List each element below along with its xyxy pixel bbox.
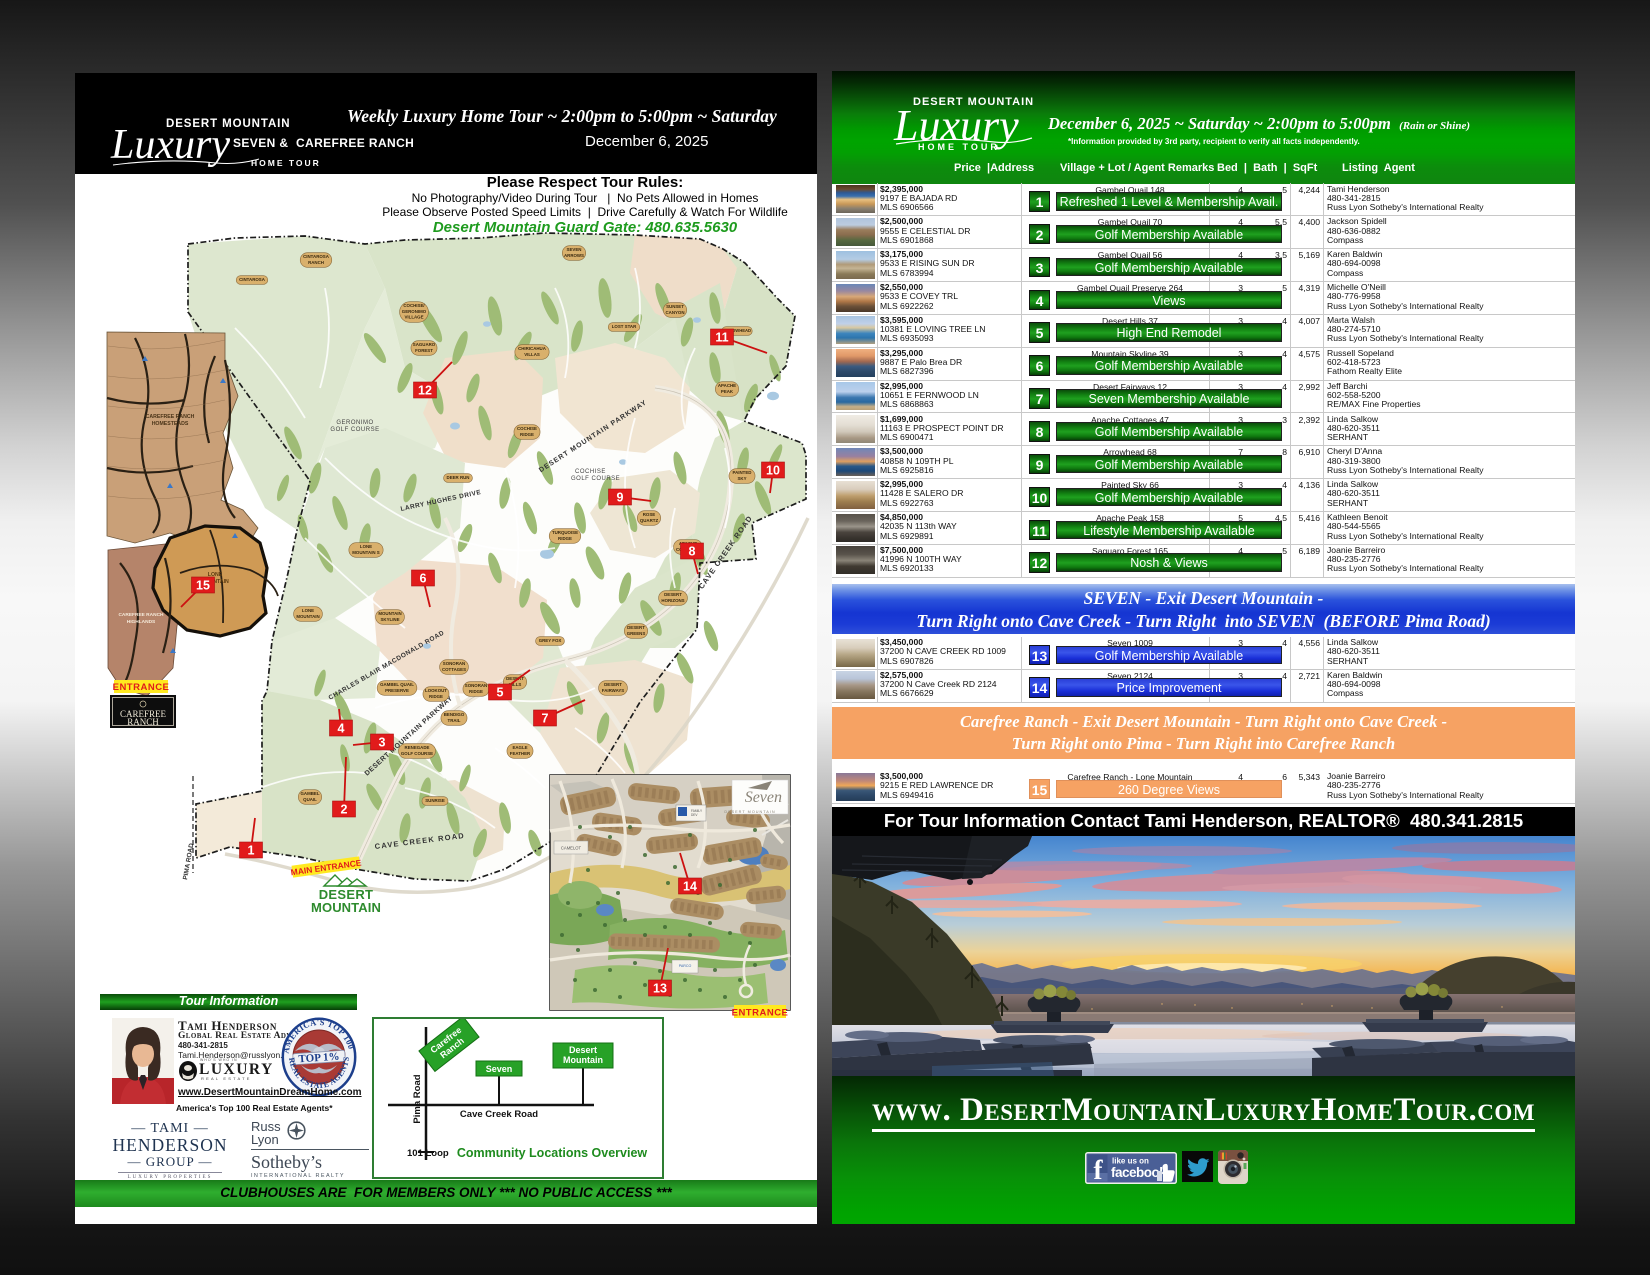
svg-text:APACHE: APACHE (718, 383, 736, 388)
svg-text:DEER RUN: DEER RUN (447, 475, 470, 480)
svg-text:DESERT: DESERT (627, 625, 645, 630)
svg-text:SKY: SKY (737, 476, 746, 481)
svg-text:CANYON: CANYON (665, 310, 684, 315)
svg-text:QUAIL: QUAIL (303, 797, 317, 802)
svg-text:GAMBEL: GAMBEL (300, 791, 319, 796)
svg-text:RIDGE: RIDGE (429, 694, 443, 699)
svg-text:Pima Road: Pima Road (412, 1074, 423, 1123)
svg-text:PAINTED: PAINTED (733, 470, 752, 475)
svg-text:4: 4 (338, 722, 345, 736)
svg-text:GOLF COURSE: GOLF COURSE (330, 427, 379, 433)
svg-text:ARROWS: ARROWS (564, 253, 584, 258)
svg-text:FOREST: FOREST (415, 348, 433, 353)
svg-text:PRESERVE: PRESERVE (385, 688, 409, 693)
svg-text:LOOKOUT: LOOKOUT (425, 688, 447, 693)
svg-text:5: 5 (497, 686, 504, 700)
svg-text:SAGUARO: SAGUARO (413, 342, 436, 347)
svg-text:HOMESTEADS: HOMESTEADS (152, 421, 189, 427)
svg-text:11: 11 (715, 331, 728, 345)
svg-text:Mountain: Mountain (563, 1055, 603, 1065)
svg-text:COTTAGES: COTTAGES (442, 667, 466, 672)
svg-text:13: 13 (653, 982, 667, 996)
svg-text:SONORAN: SONORAN (465, 683, 487, 688)
svg-text:CAREFREE RANCH: CAREFREE RANCH (118, 612, 164, 618)
svg-text:VILLAGE: VILLAGE (404, 315, 423, 320)
svg-text:Cave Creek Road: Cave Creek Road (460, 1109, 538, 1120)
svg-text:MOUNTAIN: MOUNTAIN (296, 614, 319, 619)
svg-text:GERONIMO: GERONIMO (336, 420, 373, 426)
svg-text:GOLF COURSE: GOLF COURSE (571, 476, 620, 482)
svg-text:15: 15 (196, 579, 210, 593)
svg-text:f: f (1094, 1155, 1104, 1185)
svg-text:RANCH: RANCH (308, 260, 324, 265)
svg-text:MOUNTAIN: MOUNTAIN (378, 611, 401, 616)
svg-text:ENTRANCE: ENTRANCE (732, 1008, 789, 1019)
svg-text:CAREFREE RANCH: CAREFREE RANCH (146, 414, 195, 420)
svg-text:BENDIGO: BENDIGO (444, 712, 465, 717)
svg-text:DESERT: DESERT (604, 682, 622, 687)
svg-text:RENEGADE: RENEGADE (405, 745, 430, 750)
svg-text:Seven: Seven (486, 1064, 513, 1074)
svg-text:Desert: Desert (569, 1045, 597, 1055)
svg-text:1: 1 (248, 844, 255, 858)
svg-text:GREENS: GREENS (627, 631, 646, 636)
svg-text:RANCH: RANCH (127, 717, 159, 727)
svg-text:CAMELOT: CAMELOT (561, 846, 582, 851)
svg-text:101 Loop: 101 Loop (407, 1148, 449, 1159)
svg-text:8: 8 (689, 545, 696, 559)
svg-text:COCHISE: COCHISE (517, 426, 537, 431)
svg-text:SEVEN: SEVEN (567, 247, 582, 252)
svg-text:10: 10 (766, 464, 780, 478)
svg-text:VILLAS: VILLAS (524, 352, 540, 357)
svg-text:HORIZONS: HORIZONS (661, 598, 684, 603)
svg-text:RIDGE: RIDGE (558, 536, 572, 541)
svg-text:GERONIMO: GERONIMO (402, 309, 427, 314)
svg-text:SUNSET: SUNSET (666, 304, 684, 309)
svg-text:CINTAROSA: CINTAROSA (239, 277, 266, 282)
svg-text:LONE: LONE (302, 608, 314, 613)
svg-text:ROSE: ROSE (643, 512, 656, 517)
svg-text:TURQUOISE: TURQUOISE (552, 530, 578, 535)
svg-text:LONE: LONE (360, 544, 372, 549)
svg-text:DESERT MOUNTAIN: DESERT MOUNTAIN (724, 810, 775, 814)
svg-text:Community Locations Overview: Community Locations Overview (457, 1146, 648, 1160)
svg-text:SUNRISE: SUNRISE (425, 798, 445, 803)
svg-text:GAMBEL QUAIL: GAMBEL QUAIL (380, 682, 414, 687)
svg-text:GOLF COURSE: GOLF COURSE (401, 751, 433, 756)
svg-text:PARCO: PARCO (679, 964, 692, 968)
svg-text:CHIRICAHUA: CHIRICAHUA (518, 346, 547, 351)
svg-text:EAGLE: EAGLE (512, 745, 527, 750)
svg-text:DESERT: DESERT (664, 592, 682, 597)
svg-text:FEATHER: FEATHER (510, 751, 531, 756)
svg-text:RIDGE: RIDGE (520, 432, 534, 437)
svg-text:9: 9 (617, 491, 624, 505)
svg-text:PEAK: PEAK (721, 389, 734, 394)
svg-text:COCHISE/: COCHISE/ (403, 303, 425, 308)
svg-text:TRAIL: TRAIL (448, 718, 461, 723)
svg-text:RIDGE: RIDGE (469, 689, 483, 694)
svg-text:14: 14 (683, 880, 697, 894)
svg-text:HIGHLANDS: HIGHLANDS (127, 619, 156, 625)
svg-text:3: 3 (379, 736, 386, 750)
svg-text:ENTRANCE: ENTRANCE (113, 682, 170, 693)
svg-text:MOUNTAIN S: MOUNTAIN S (352, 550, 380, 555)
svg-text:2: 2 (341, 803, 348, 817)
svg-text:SONORAN: SONORAN (443, 661, 465, 666)
svg-text:DEV: DEV (691, 813, 698, 817)
svg-text:MOUNTAIN: MOUNTAIN (311, 900, 381, 915)
svg-text:LOST STAR: LOST STAR (612, 324, 637, 329)
svg-text:FAIRWAYS: FAIRWAYS (602, 688, 625, 693)
svg-text:12: 12 (418, 384, 432, 398)
svg-text:GREY FOX: GREY FOX (539, 638, 562, 643)
svg-text:Seven: Seven (745, 789, 782, 806)
svg-text:SKYLINE: SKYLINE (380, 617, 399, 622)
svg-text:QUARTZ: QUARTZ (640, 518, 659, 523)
svg-text:COCHISE: COCHISE (575, 469, 606, 475)
svg-text:CINTAROSA: CINTAROSA (303, 254, 330, 259)
svg-text:6: 6 (420, 572, 427, 586)
svg-text:7: 7 (542, 712, 549, 726)
